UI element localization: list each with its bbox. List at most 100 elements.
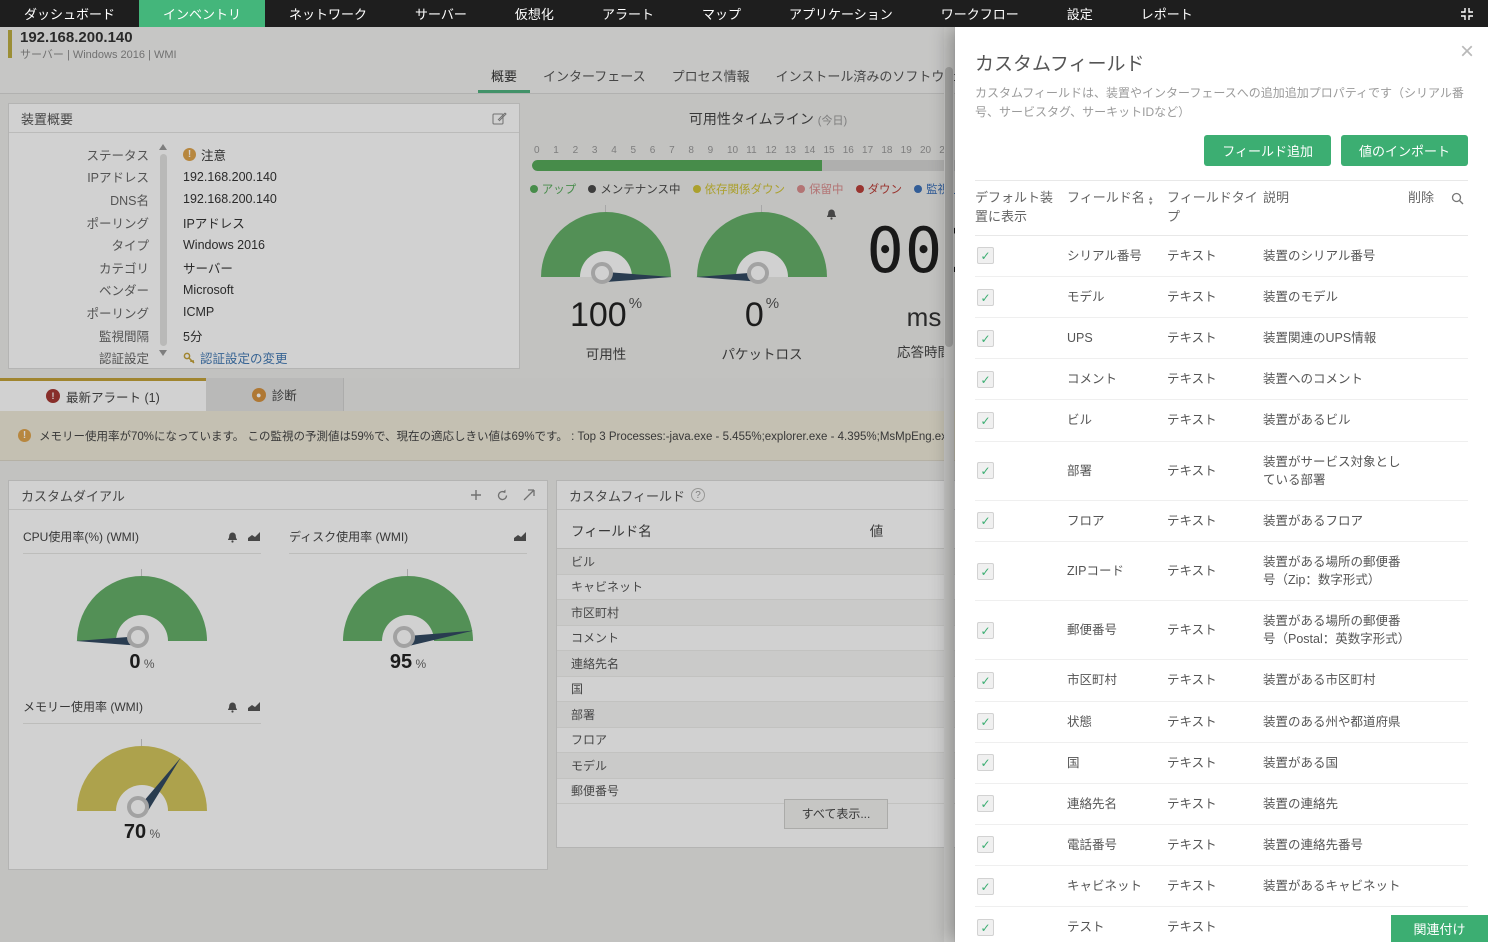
legend-label: メンテナンス中 bbox=[600, 181, 680, 197]
tab-1[interactable]: インターフェース bbox=[530, 61, 659, 93]
checkbox-checked[interactable]: ✓ bbox=[977, 412, 994, 429]
dial-card-0: CPU使用率(%) (WMI) 0 % bbox=[9, 510, 275, 680]
field-type: テキスト bbox=[1167, 660, 1263, 701]
dial-card-1: ディスク使用率 (WMI)95 % bbox=[275, 510, 541, 680]
checkbox-checked[interactable]: ✓ bbox=[977, 622, 994, 639]
checkbox-checked[interactable]: ✓ bbox=[977, 512, 994, 529]
field-name: 国 bbox=[1067, 742, 1167, 783]
checkbox-checked[interactable]: ✓ bbox=[977, 919, 994, 936]
checkbox-checked[interactable]: ✓ bbox=[977, 878, 994, 895]
app-window: { "nav": { "items": [ {"label":"ダッシュボード"… bbox=[0, 0, 1488, 942]
tab-latest-alerts[interactable]: ! 最新アラート (1) bbox=[0, 378, 206, 411]
device-summary-rows: ステータス!注意IPアドレス192.168.200.140DNS名192.168… bbox=[9, 133, 519, 369]
nav-item[interactable]: ワークフロー bbox=[917, 0, 1043, 27]
dial-label: CPU使用率(%) (WMI) bbox=[23, 528, 139, 545]
field-row-9: ✓市区町村テキスト装置がある市区町村 bbox=[975, 660, 1468, 701]
search-icon[interactable] bbox=[1451, 192, 1464, 205]
timeline-hour: 15 bbox=[823, 145, 842, 156]
help-icon[interactable]: ? bbox=[691, 488, 705, 502]
bell-icon[interactable] bbox=[226, 531, 239, 543]
device-summary-title: 装置概要 bbox=[21, 109, 73, 128]
associate-button[interactable]: 関連付け bbox=[1391, 915, 1488, 942]
summary-scrollbar[interactable] bbox=[159, 144, 168, 356]
dial-value: 0 % bbox=[129, 651, 154, 674]
timeline-hour: 11 bbox=[746, 145, 765, 156]
nav-item[interactable]: 設定 bbox=[1043, 0, 1117, 27]
page-scrollbar[interactable] bbox=[944, 27, 954, 942]
field-row-6: ✓フロアテキスト装置があるフロア bbox=[975, 500, 1468, 541]
legend-dot bbox=[856, 185, 864, 193]
show-all-button[interactable]: すべて表示... bbox=[784, 799, 888, 829]
custom-dials-title: カスタムダイアル bbox=[21, 486, 125, 505]
summary-value: 192.168.200.140 bbox=[183, 192, 277, 206]
checkbox-checked[interactable]: ✓ bbox=[977, 836, 994, 853]
legend-item: 依存関係ダウン bbox=[693, 181, 786, 197]
custom-dials-panel: カスタムダイアル CPU使用率(%) (WMI) 0 % ディスク使用率 (WMI)… bbox=[8, 480, 548, 870]
col-show-default: デフォルト装置に表示 bbox=[975, 181, 1067, 236]
checkbox-checked[interactable]: ✓ bbox=[977, 672, 994, 689]
field-description: 装置があるフロア bbox=[1263, 500, 1408, 541]
legend-label: 保留中 bbox=[809, 181, 844, 197]
checkbox-checked[interactable]: ✓ bbox=[977, 371, 994, 388]
field-description: 装置がある場所の郵便番号（Postal：英数字形式） bbox=[1263, 601, 1408, 660]
checkbox-checked[interactable]: ✓ bbox=[977, 563, 994, 580]
tab-0[interactable]: 概要 bbox=[478, 61, 530, 93]
checkbox-checked[interactable]: ✓ bbox=[977, 462, 994, 479]
refresh-icon[interactable] bbox=[496, 489, 509, 502]
scroll-up-icon[interactable] bbox=[159, 144, 167, 150]
field-type: テキスト bbox=[1167, 783, 1263, 824]
checkbox-checked[interactable]: ✓ bbox=[977, 289, 994, 306]
summary-value[interactable]: 認証設定の変更 bbox=[183, 348, 288, 367]
nav-item[interactable]: サーバー bbox=[391, 0, 491, 27]
checkbox-checked[interactable]: ✓ bbox=[977, 247, 994, 264]
nav-item[interactable]: アプリケーション bbox=[765, 0, 917, 27]
nav-item[interactable]: 仮想化 bbox=[491, 0, 578, 27]
close-icon[interactable]: × bbox=[1460, 41, 1474, 63]
field-row-14: ✓キャビネットテキスト装置があるキャビネット bbox=[975, 866, 1468, 907]
status-warning-icon: ! bbox=[183, 148, 196, 161]
field-row-0: ✓シリアル番号テキスト装置のシリアル番号 bbox=[975, 235, 1468, 276]
summary-value: 5分 bbox=[183, 326, 202, 345]
availability-unit: % bbox=[629, 295, 642, 312]
gauge-pivot bbox=[127, 796, 149, 818]
collapse-icon[interactable] bbox=[1446, 0, 1488, 27]
packet-loss-value: 0 bbox=[745, 296, 764, 334]
tab-2[interactable]: プロセス情報 bbox=[659, 61, 763, 93]
expand-icon[interactable] bbox=[523, 489, 535, 501]
checkbox-checked[interactable]: ✓ bbox=[977, 795, 994, 812]
field-name: ビル bbox=[1067, 400, 1167, 441]
scroll-down-icon[interactable] bbox=[159, 350, 167, 356]
chart-icon[interactable] bbox=[247, 531, 261, 543]
tab-diagnostics[interactable]: ● 診断 bbox=[206, 378, 344, 411]
fields-table: デフォルト装置に表示 フィールド名▲▼ フィールドタイプ 説明 削除 ✓シリアル… bbox=[975, 180, 1468, 942]
summary-label: カテゴリ bbox=[9, 258, 149, 277]
nav-item[interactable]: インベントリ bbox=[139, 0, 265, 27]
nav-item[interactable]: ネットワーク bbox=[265, 0, 391, 27]
summary-label: ベンダー bbox=[9, 280, 149, 299]
field-row-5: ✓部署テキスト装置がサービス対象としている部署 bbox=[975, 441, 1468, 500]
field-row-2: ✓UPSテキスト装置関連のUPS情報 bbox=[975, 318, 1468, 359]
checkbox-checked[interactable]: ✓ bbox=[977, 754, 994, 771]
bell-icon[interactable] bbox=[226, 701, 239, 713]
import-values-button[interactable]: 値のインポート bbox=[1341, 135, 1468, 166]
nav-item[interactable]: アラート bbox=[578, 0, 678, 27]
checkbox-checked[interactable]: ✓ bbox=[977, 330, 994, 347]
summary-value: Windows 2016 bbox=[183, 238, 265, 252]
summary-value: !注意 bbox=[183, 145, 226, 164]
chart-icon[interactable] bbox=[247, 701, 261, 713]
add-field-button[interactable]: フィールド追加 bbox=[1204, 135, 1331, 166]
nav-item[interactable]: ダッシュボード bbox=[0, 0, 139, 27]
nav-item[interactable]: レポート bbox=[1117, 0, 1217, 27]
field-type: テキスト bbox=[1167, 701, 1263, 742]
dial-gauge bbox=[77, 576, 207, 641]
nav-item[interactable]: マップ bbox=[678, 0, 765, 27]
legend-label: ダウン bbox=[868, 181, 903, 197]
alert-message: メモリー使用率が70%になっています。 この監視の予測値は59%で、現在の適応し… bbox=[39, 428, 1003, 444]
checkbox-checked[interactable]: ✓ bbox=[977, 713, 994, 730]
chart-icon[interactable] bbox=[513, 531, 527, 542]
sort-icon[interactable]: ▲▼ bbox=[1148, 197, 1154, 207]
modal-title: カスタムフィールド bbox=[975, 49, 1468, 76]
add-icon[interactable] bbox=[470, 489, 482, 501]
legend-label: アップ bbox=[542, 181, 577, 197]
edit-icon[interactable] bbox=[492, 111, 507, 126]
